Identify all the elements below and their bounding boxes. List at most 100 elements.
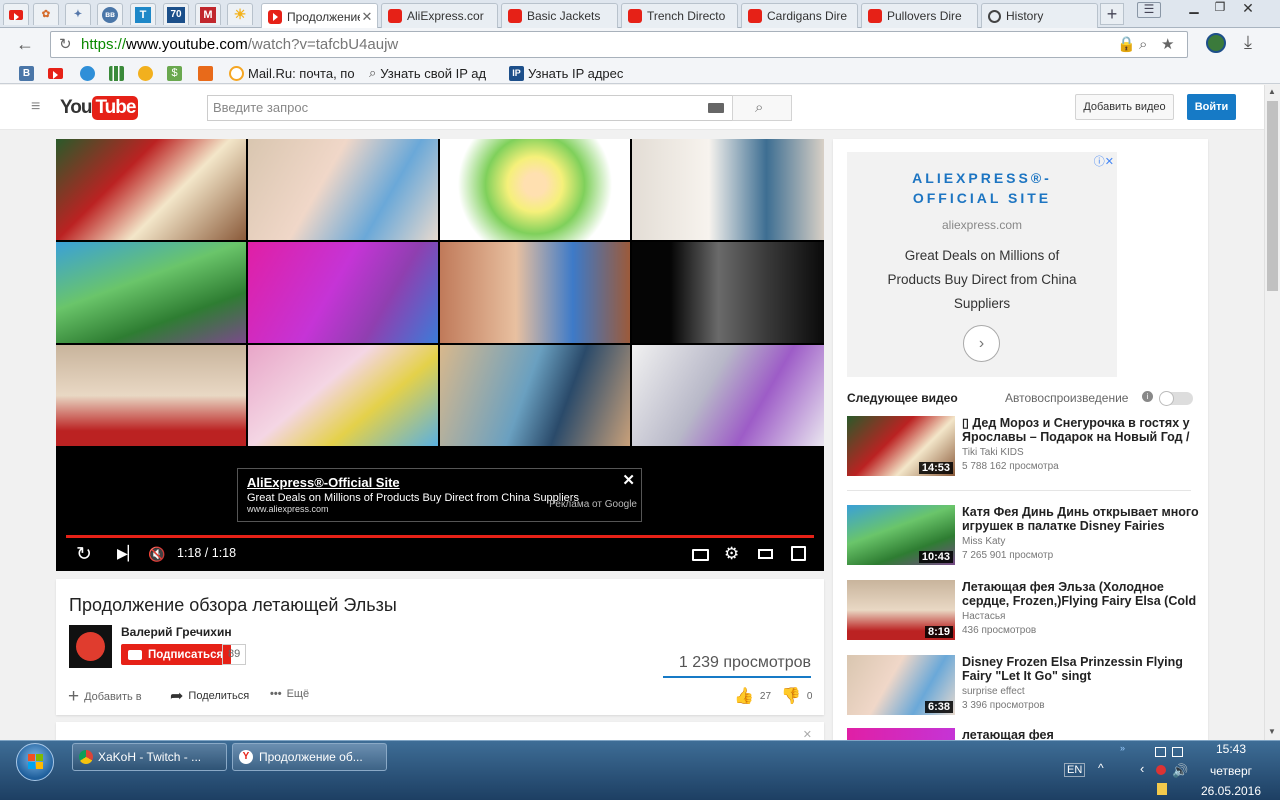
- new-tab-button[interactable]: +: [1100, 3, 1124, 25]
- search-button[interactable]: ⌕: [732, 95, 792, 121]
- chevron-right-icon[interactable]: ›: [963, 325, 1000, 362]
- globe-icon[interactable]: [1206, 33, 1226, 53]
- video-thumbnail[interactable]: 14:53: [847, 416, 955, 476]
- progress-bar[interactable]: [66, 535, 814, 538]
- endscreen-thumbnail[interactable]: [248, 139, 438, 240]
- info-icon[interactable]: i: [1142, 391, 1153, 402]
- taskbar-button-yandex[interactable]: Y Продолжение об...: [232, 743, 387, 771]
- mute-icon[interactable]: 🔇: [148, 546, 165, 563]
- video-title[interactable]: Disney Frozen Elsa Prinzessin Flying Fai…: [962, 655, 1200, 683]
- bookmark-ip1[interactable]: ⌕ Узнать свой IP ад: [369, 64, 494, 82]
- endscreen-thumbnail[interactable]: [248, 345, 438, 446]
- pinned-tab-paw[interactable]: ✿: [33, 3, 59, 25]
- close-icon[interactable]: ✕: [360, 9, 374, 25]
- star-icon[interactable]: ★: [1161, 32, 1174, 57]
- channel-name[interactable]: Валерий Гречихин: [121, 625, 232, 639]
- bookmark-ip2[interactable]: IP Узнать IP адрес: [509, 64, 629, 82]
- next-icon[interactable]: ▶▏: [117, 545, 139, 562]
- tab-aliexpress[interactable]: AliExpress.cor: [381, 3, 498, 28]
- video-thumbnail[interactable]: 6:38: [847, 655, 955, 715]
- endscreen-thumbnail[interactable]: [440, 345, 630, 446]
- close-icon[interactable]: ✕: [622, 471, 635, 489]
- bookmark-coins[interactable]: [138, 64, 157, 82]
- scroll-down-icon[interactable]: ▼: [1268, 727, 1276, 736]
- tab-pullovers[interactable]: Pullovers Dire: [861, 3, 978, 28]
- video-title[interactable]: Летающая фея Эльза (Холодное сердце, Fro…: [962, 580, 1200, 608]
- start-button[interactable]: [16, 743, 54, 781]
- more-button[interactable]: ••• Ещё: [270, 688, 309, 700]
- video-title[interactable]: Катя Фея Динь Динь открывает много игруш…: [962, 505, 1200, 533]
- autoplay-toggle[interactable]: [1159, 391, 1193, 406]
- subscribe-button[interactable]: Подписаться: [121, 644, 232, 665]
- theater-mode-icon[interactable]: [758, 549, 773, 559]
- pinned-tab-t[interactable]: Т: [130, 3, 156, 25]
- language-indicator[interactable]: EN: [1064, 763, 1086, 777]
- sidebar-video-item[interactable]: летающая фея: [847, 728, 1197, 740]
- tab-cardigans[interactable]: Cardigans Dire: [741, 3, 858, 28]
- sidebar-video-item[interactable]: 14:53 ▯ Дед Мороз и Снегурочка в гостях …: [847, 416, 1197, 478]
- zoom-icon[interactable]: ⌕: [1139, 32, 1147, 57]
- dislike-button[interactable]: 👎 0: [781, 686, 812, 706]
- endscreen-thumbnail[interactable]: [632, 139, 824, 240]
- notification-icon[interactable]: [1157, 783, 1167, 795]
- endscreen-thumbnail[interactable]: [56, 139, 246, 240]
- network-icon[interactable]: [1155, 747, 1166, 757]
- pinned-tab-youtube[interactable]: [3, 3, 29, 25]
- address-bar[interactable]: ↻ https://www.youtube.com/watch?v=tafcbU…: [50, 31, 1188, 58]
- fullscreen-icon[interactable]: [791, 546, 806, 561]
- tab-youtube-video[interactable]: Продолжение ✕: [261, 3, 378, 29]
- tab-basic-jackets[interactable]: Basic Jackets: [501, 3, 618, 28]
- close-window-icon[interactable]: ✕: [1235, 0, 1261, 18]
- restore-icon[interactable]: ❐: [1209, 0, 1231, 18]
- pinned-tab-bird[interactable]: ✦: [65, 3, 91, 25]
- replay-icon[interactable]: ↻: [76, 543, 92, 566]
- tab-history[interactable]: History: [981, 3, 1098, 28]
- video-thumbnail[interactable]: [847, 728, 955, 740]
- keyboard-icon[interactable]: [708, 103, 724, 113]
- tray-expand-icon[interactable]: ^: [1098, 761, 1104, 775]
- scrollbar-thumb[interactable]: [1267, 101, 1278, 291]
- endscreen-thumbnail[interactable]: [56, 345, 246, 446]
- sidebar-video-item[interactable]: 8:19 Летающая фея Эльза (Холодное сердце…: [847, 580, 1197, 642]
- menu-icon[interactable]: ☰: [1137, 2, 1161, 18]
- endscreen-thumbnail[interactable]: [440, 242, 630, 343]
- sidebar-ad[interactable]: ⓘ✕ ALIEXPRESS®- OFFICIAL SITE aliexpress…: [847, 152, 1117, 377]
- reload-icon[interactable]: ↻: [59, 32, 72, 57]
- page-scrollbar[interactable]: ▲ ▼: [1264, 85, 1280, 740]
- download-icon[interactable]: ⤓: [1244, 32, 1252, 53]
- endscreen-thumbnail[interactable]: [440, 139, 630, 240]
- like-button[interactable]: 👍 27: [734, 686, 771, 706]
- pinned-tab-m[interactable]: М: [195, 3, 221, 25]
- settings-gear-icon[interactable]: ⚙: [724, 544, 739, 564]
- scroll-up-icon[interactable]: ▲: [1268, 87, 1276, 96]
- video-title[interactable]: ▯ Дед Мороз и Снегурочка в гостях у Ярос…: [962, 416, 1200, 444]
- endscreen-thumbnail[interactable]: [632, 242, 824, 343]
- clock-time[interactable]: 15:43: [1200, 742, 1262, 756]
- back-arrow-icon[interactable]: ←: [16, 34, 34, 55]
- endscreen-thumbnail[interactable]: [56, 242, 246, 343]
- endscreen-thumbnail[interactable]: [248, 242, 438, 343]
- volume-icon[interactable]: 🔊: [1172, 763, 1188, 779]
- bookmark-youtube[interactable]: [48, 64, 67, 82]
- bookmark-chart[interactable]: [109, 64, 128, 82]
- tab-trench[interactable]: Trench Directo: [621, 3, 738, 28]
- ad-info-icon[interactable]: ⓘ✕: [1094, 153, 1114, 169]
- ad-overlay[interactable]: AliExpress®-Official Site Great Deals on…: [237, 468, 642, 522]
- share-button[interactable]: ➦ Поделиться: [170, 686, 249, 706]
- video-title[interactable]: летающая фея: [962, 728, 1054, 740]
- login-button[interactable]: Войти: [1187, 94, 1236, 120]
- upload-video-button[interactable]: Добавить видео: [1075, 94, 1174, 120]
- warning-icon[interactable]: [1156, 765, 1166, 775]
- video-player[interactable]: AliExpress®-Official Site Great Deals on…: [56, 139, 824, 571]
- add-to-button[interactable]: + Добавить в: [68, 686, 142, 708]
- ad-title[interactable]: AliExpress®-Official Site: [247, 475, 632, 490]
- bookmark-mailru[interactable]: Mail.Ru: почта, по: [229, 64, 355, 82]
- pinned-tab-70[interactable]: 70: [163, 3, 189, 25]
- bookmark-vk[interactable]: В: [19, 64, 38, 82]
- taskbar-button-chrome[interactable]: XaKoH - Twitch - ...: [72, 743, 227, 771]
- search-input[interactable]: Введите запрос: [207, 95, 733, 121]
- minimize-icon[interactable]: ▁: [1183, 0, 1205, 18]
- subtitles-icon[interactable]: [692, 549, 709, 561]
- sidebar-video-item[interactable]: 10:43 Катя Фея Динь Динь открывает много…: [847, 505, 1200, 567]
- bookmark-dollar[interactable]: $: [167, 64, 186, 82]
